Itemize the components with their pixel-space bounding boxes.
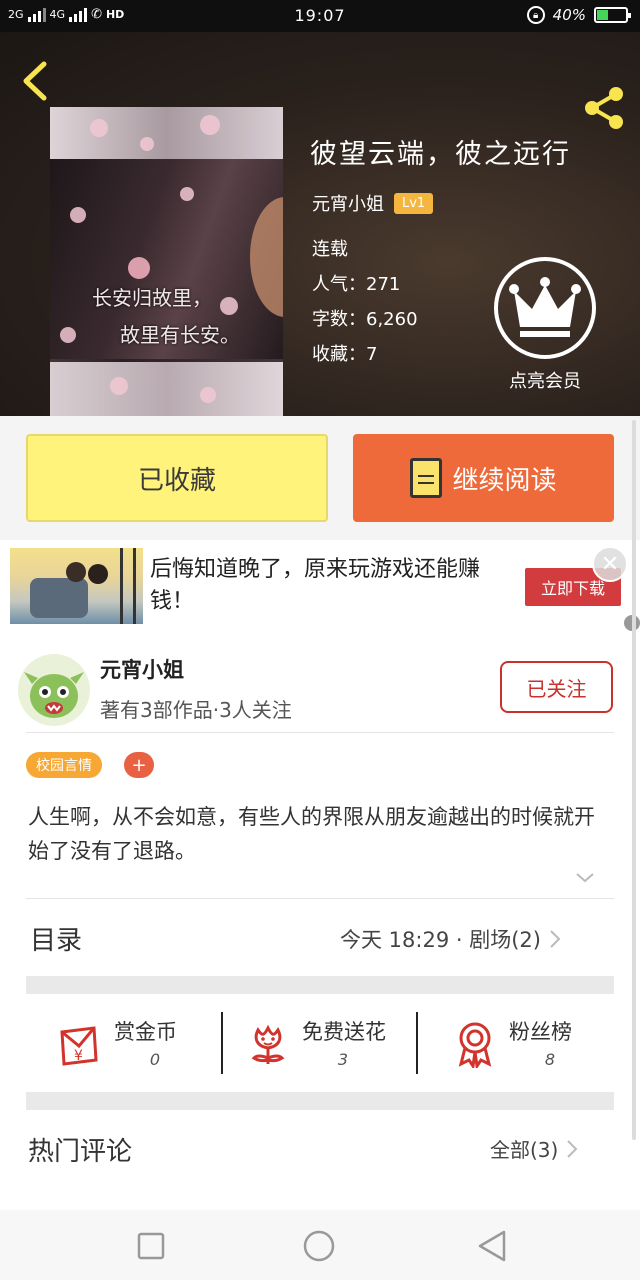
status-right: 🔒︎ 40% bbox=[526, 6, 631, 24]
favorited-button[interactable]: 已收藏 bbox=[26, 434, 328, 522]
cover-line-2: 故里有长安。 bbox=[120, 323, 240, 347]
book-cover[interactable]: 长安归故里， 故里有长安。 bbox=[50, 107, 283, 416]
book-title: 彼望云端，彼之远行 bbox=[310, 139, 571, 170]
book-actions: 已收藏 继续阅读 bbox=[0, 416, 640, 540]
toc-title[interactable]: 目录 bbox=[30, 920, 82, 957]
stat-value: 0 bbox=[149, 1050, 161, 1069]
book-header: 长安归故里， 故里有长安。 彼望云端，彼之远行 元宵小姐 Lv1 连载 人气：2… bbox=[0, 32, 640, 416]
medal-icon bbox=[458, 1022, 492, 1068]
system-nav-bar bbox=[0, 1210, 640, 1280]
book-meta: 连载 人气：271 字数：6,260 收藏：7 bbox=[312, 232, 418, 372]
coin-envelope-icon: ¥ bbox=[60, 1026, 98, 1066]
share-icon[interactable] bbox=[580, 84, 628, 132]
stat-label: 粉丝榜 bbox=[509, 1020, 572, 1044]
stat-reward-coins[interactable]: ¥ 赏金币 0 bbox=[56, 1012, 226, 1082]
toc-latest-label: 今天 18:29 · 剧场(2) bbox=[340, 928, 541, 952]
status-bar: 2G 4G ✆ HD 19:07 🔒︎ 40% bbox=[0, 0, 640, 32]
author-row: 元宵小姐 Lv1 bbox=[312, 190, 434, 216]
vip-crown-button[interactable] bbox=[494, 257, 596, 359]
popularity: 人气：271 bbox=[312, 274, 401, 295]
back-arrow-icon[interactable] bbox=[18, 58, 52, 104]
book-description: 人生啊，从不会如意，有些人的界限从朋友逾越出的时候就开始了没有了退路。 bbox=[28, 805, 595, 863]
battery-icon bbox=[594, 7, 631, 23]
cactus-avatar-icon bbox=[24, 672, 84, 718]
section-separator bbox=[26, 1092, 614, 1110]
stat-value: 3 bbox=[337, 1050, 349, 1069]
level-badge: Lv1 bbox=[394, 192, 434, 214]
ad-banner[interactable]: 后悔知道晚了，原来玩游戏还能赚钱！ 立即下载 bbox=[0, 540, 640, 634]
home-icon[interactable] bbox=[301, 1228, 337, 1264]
cover-line-1: 长安归故里， bbox=[92, 286, 212, 310]
ad-close-icon[interactable]: ✕ bbox=[592, 546, 628, 582]
continue-reading-label: 继续阅读 bbox=[452, 465, 557, 496]
add-tag-button[interactable]: + bbox=[124, 752, 154, 778]
divider bbox=[221, 1012, 223, 1074]
stat-free-flowers[interactable]: 免费送花 3 bbox=[244, 1012, 414, 1082]
rotation-lock-icon: 🔒︎ bbox=[526, 6, 545, 24]
scrollbar[interactable] bbox=[632, 420, 636, 1140]
genre-tag[interactable]: 校园言情 bbox=[26, 752, 102, 778]
vip-label: 点亮会员 bbox=[509, 371, 581, 392]
chevron-down-icon[interactable] bbox=[575, 868, 595, 888]
all-comments-label: 全部(3) bbox=[490, 1138, 559, 1162]
book-details: 元宵小姐 著有3部作品·3人关注 已关注 校园言情 + 人生啊，从不会如意，有些… bbox=[0, 634, 640, 1210]
author-card-name[interactable]: 元宵小姐 bbox=[100, 654, 184, 684]
all-comments-link[interactable]: 全部(3) bbox=[490, 1134, 580, 1163]
stats-row: ¥ 赏金币 0 免费送花 3 粉丝榜 8 bbox=[26, 996, 614, 1106]
hot-comments-title: 热门评论 bbox=[28, 1137, 133, 1167]
divider bbox=[26, 898, 614, 899]
stat-label: 赏金币 bbox=[114, 1020, 177, 1044]
divider bbox=[26, 732, 614, 733]
ad-image bbox=[10, 548, 143, 624]
author-avatar[interactable] bbox=[18, 654, 90, 726]
recent-apps-icon[interactable] bbox=[133, 1228, 169, 1264]
flower-icon bbox=[251, 1024, 285, 1064]
ad-text: 后悔知道晚了，原来玩游戏还能赚钱！ bbox=[150, 557, 481, 614]
svg-text:¥: ¥ bbox=[74, 1048, 83, 1064]
stat-fan-ranking[interactable]: 粉丝榜 8 bbox=[451, 1012, 611, 1082]
book-icon bbox=[410, 458, 443, 498]
battery-percent: 40% bbox=[552, 6, 586, 24]
section-separator bbox=[26, 976, 614, 994]
author-card-subtitle: 著有3部作品·3人关注 bbox=[100, 698, 292, 722]
divider bbox=[416, 1012, 418, 1074]
followed-button[interactable]: 已关注 bbox=[500, 661, 613, 713]
stat-label: 免费送花 bbox=[302, 1020, 386, 1044]
toc-latest-chapter[interactable]: 今天 18:29 · 剧场(2) bbox=[340, 924, 563, 954]
favorites-count: 收藏：7 bbox=[312, 344, 378, 365]
chevron-right-icon bbox=[567, 1139, 578, 1158]
stat-value: 8 bbox=[544, 1050, 556, 1069]
chevron-right-icon bbox=[550, 930, 561, 948]
battery-fill bbox=[597, 10, 609, 20]
crown-icon bbox=[509, 277, 581, 337]
continue-reading-button[interactable]: 继续阅读 bbox=[353, 434, 614, 522]
word-count: 字数：6,260 bbox=[312, 309, 418, 330]
back-nav-icon[interactable] bbox=[474, 1228, 510, 1264]
author-name-link[interactable]: 元宵小姐 bbox=[312, 190, 384, 216]
serial-status: 连载 bbox=[312, 239, 348, 260]
